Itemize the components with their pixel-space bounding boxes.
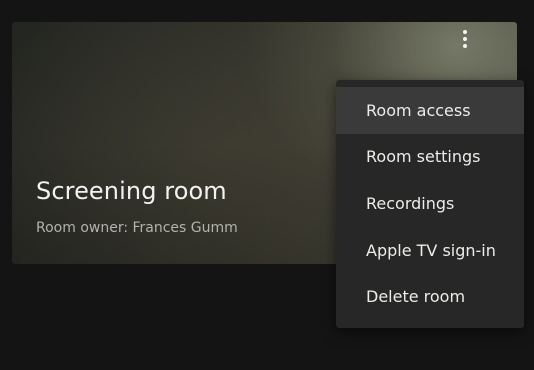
menu-item-room-settings[interactable]: Room settings [336, 134, 524, 181]
menu-item-delete-room[interactable]: Delete room [336, 273, 524, 320]
more-vertical-icon-dot [463, 44, 467, 48]
menu-item-room-access[interactable]: Room access [336, 87, 524, 134]
more-options-button[interactable] [455, 26, 475, 52]
room-title: Screening room [36, 177, 227, 205]
more-vertical-icon-dot [463, 37, 467, 41]
room-owner: Room owner: Frances Gumm [36, 220, 238, 236]
room-context-menu: Room access Room settings Recordings App… [336, 80, 524, 328]
menu-item-apple-tv-sign-in[interactable]: Apple TV sign-in [336, 227, 524, 274]
menu-item-recordings[interactable]: Recordings [336, 180, 524, 227]
more-vertical-icon [463, 30, 467, 34]
